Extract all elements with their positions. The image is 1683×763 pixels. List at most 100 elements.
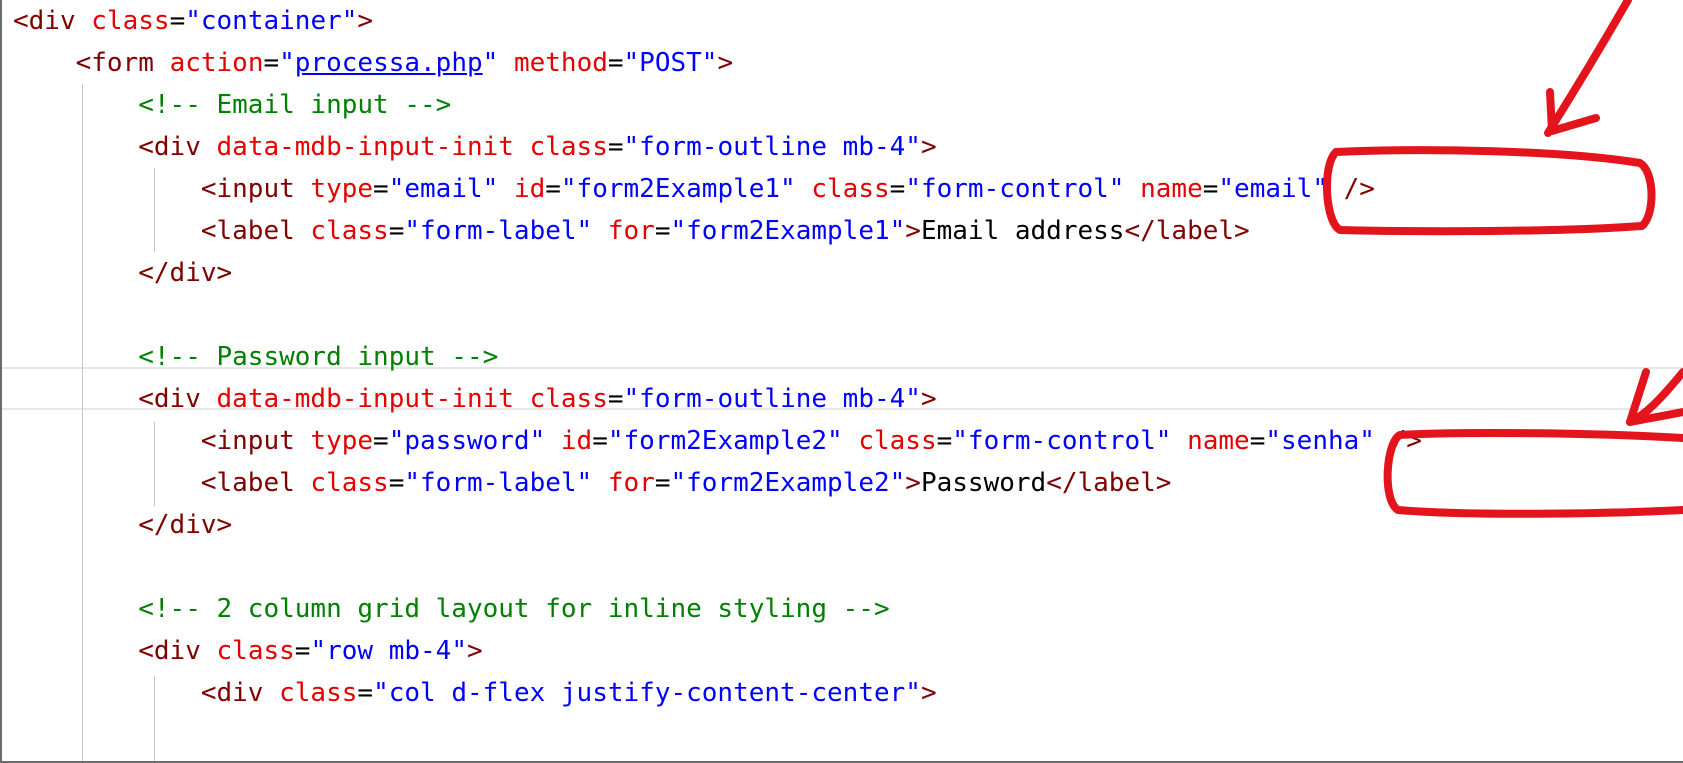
code-attribute: id [513, 174, 546, 204]
code-tag: > [357, 6, 374, 36]
code-line[interactable]: <label class="form-label" for="form2Exam… [13, 210, 1250, 252]
senha-highlight-box [1383, 429, 1683, 518]
code-line[interactable]: <div data-mdb-input-init class="form-out… [13, 126, 937, 168]
code-attribute: type [310, 174, 374, 204]
code-attribute: action [169, 48, 264, 78]
code-attribute: class [310, 216, 389, 246]
email-arrow [1544, 0, 1632, 137]
code-tag: /> [1390, 426, 1422, 456]
code-text: = [889, 174, 906, 204]
code-tag: > [920, 132, 937, 162]
code-attribute: data-mdb-input-init [216, 384, 514, 414]
code-text: = [373, 174, 389, 204]
code-text: = [169, 6, 186, 36]
code-attribute: for [607, 216, 655, 246]
code-tag: <label [200, 468, 295, 498]
code-text: = [592, 426, 608, 456]
code-attribute: class [529, 132, 608, 162]
code-string: "form-control" [952, 426, 1172, 456]
code-line[interactable]: <input type="password" id="form2Example2… [13, 420, 1422, 462]
code-string: "form2Example2" [670, 468, 906, 498]
code-line[interactable]: </div> [13, 252, 232, 294]
code-line[interactable]: <div class="container"> [13, 0, 373, 42]
code-tag: > [905, 216, 921, 246]
code-attribute: method [513, 48, 608, 78]
code-text: Password [920, 468, 1047, 498]
code-string: "form-outline mb-4" [623, 384, 921, 414]
email-arrow-head [1546, 88, 1600, 135]
email-highlight-box [1323, 146, 1656, 236]
code-tag: > [920, 678, 937, 708]
code-comment: <!-- Password input --> [138, 342, 499, 372]
code-string: "email" [1218, 174, 1328, 204]
code-attribute: id [560, 426, 593, 456]
code-tag: <input [200, 174, 295, 204]
code-string: "form-label" [404, 216, 593, 246]
code-line[interactable]: <div data-mdb-input-init class="form-out… [13, 378, 937, 420]
code-line[interactable]: <!-- Password input --> [13, 336, 498, 378]
code-line[interactable]: <div class="col d-flex justify-content-c… [13, 672, 937, 714]
code-string: "container" [185, 6, 358, 36]
code-text: = [607, 384, 624, 414]
code-string: " [482, 48, 499, 78]
code-tag: <div [13, 6, 76, 36]
code-string: " [279, 48, 295, 78]
code-tag: <form [75, 48, 154, 78]
code-attribute: name [1140, 174, 1203, 204]
code-tag: <label [200, 216, 295, 246]
code-tag: > [920, 384, 937, 414]
code-text: = [1249, 426, 1266, 456]
code-line[interactable]: <!-- 2 column grid layout for inline sty… [13, 588, 890, 630]
code-tag: </div> [138, 258, 233, 288]
code-line[interactable]: <input type="email" id="form2Example1" c… [13, 168, 1375, 210]
code-comment: <!-- 2 column grid layout for inline sty… [138, 594, 890, 624]
code-text: = [936, 426, 953, 456]
code-line[interactable]: <div class="row mb-4"> [13, 630, 483, 672]
code-line[interactable]: <!-- Email input --> [13, 84, 451, 126]
code-line[interactable]: </div> [13, 504, 232, 546]
code-attribute: type [310, 426, 374, 456]
code-tag: > [717, 48, 734, 78]
code-tag: <div [138, 132, 201, 162]
code-line[interactable]: <label class="form-label" for="form2Exam… [13, 462, 1172, 504]
code-attribute: class [310, 468, 389, 498]
code-text: = [294, 636, 311, 666]
code-editor[interactable]: <div class="container"> <form action="pr… [0, 0, 1683, 763]
code-line[interactable]: <form action="processa.php" method="POST… [13, 42, 733, 84]
code-string: "email" [388, 174, 499, 204]
code-tag: > [905, 468, 921, 498]
code-string: "row mb-4" [310, 636, 467, 666]
code-string: "form2Example1" [560, 174, 796, 204]
code-string: "password" [388, 426, 546, 456]
code-string: "form-control" [905, 174, 1125, 204]
code-tag: > [467, 636, 483, 666]
code-tag: /> [1343, 174, 1375, 204]
code-tag: <div [200, 678, 264, 708]
code-link[interactable]: processa.php [295, 48, 483, 78]
code-text: = [1202, 174, 1219, 204]
code-string: "form2Example2" [607, 426, 843, 456]
code-string: "form2Example1" [670, 216, 906, 246]
